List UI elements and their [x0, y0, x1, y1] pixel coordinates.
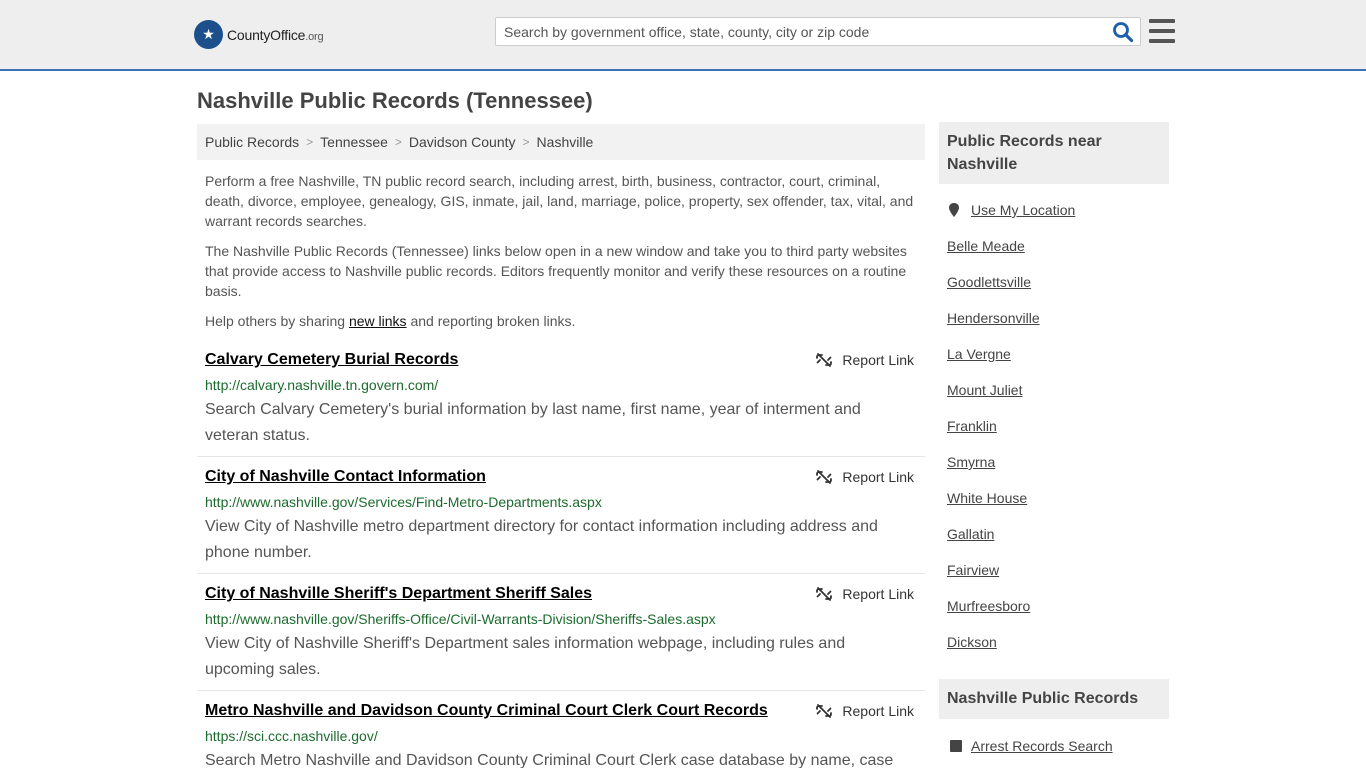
logo-tld: .org [305, 30, 324, 43]
broken-link-icon [816, 704, 833, 718]
sidebar-records-title: Nashville Public Records [939, 679, 1169, 719]
record-description: View City of Nashville Sheriff's Departm… [205, 635, 846, 678]
hamburger-menu-icon[interactable] [1149, 19, 1175, 43]
arrest-records-search-link[interactable]: Arrest Records Search [971, 738, 1113, 754]
report-link-button[interactable]: Report Link [816, 352, 914, 368]
record-url: http://www.nashville.gov/Services/Find-M… [205, 494, 602, 510]
record-description: View City of Nashville metro department … [205, 518, 878, 561]
sidebar-city-link[interactable]: Fairview [947, 562, 999, 578]
sidebar-city-link[interactable]: La Vergne [947, 346, 1011, 362]
breadcrumb-tennessee[interactable]: Tennessee [320, 134, 388, 150]
sidebar-city-link[interactable]: Belle Meade [947, 238, 1025, 254]
sidebar-city-link[interactable]: Murfreesboro [947, 598, 1030, 614]
chevron-right-icon: > [306, 135, 314, 149]
use-location-row[interactable]: Use My Location [947, 202, 1075, 218]
search-button[interactable] [1112, 21, 1134, 43]
record-title-link[interactable]: Calvary Cemetery Burial Records [205, 351, 458, 369]
record-url: http://www.nashville.gov/Sheriffs-Office… [205, 611, 716, 627]
record-title-link[interactable]: Metro Nashville and Davidson County Crim… [205, 702, 768, 720]
page-title: Nashville Public Records (Tennessee) [197, 88, 593, 113]
breadcrumb-public-records[interactable]: Public Records [205, 134, 299, 150]
use-my-location-link[interactable]: Use My Location [971, 202, 1075, 218]
logo-name: CountyOffice [227, 26, 306, 43]
logo-text: CountyOffice.org [227, 26, 324, 43]
report-link-button[interactable]: Report Link [816, 586, 914, 602]
chevron-right-icon: > [522, 135, 530, 149]
arrest-records-row[interactable]: Arrest Records Search [950, 738, 1113, 754]
record-item: City of Nashville Contact Information Re… [197, 468, 925, 574]
site-logo[interactable]: ★ CountyOffice.org [194, 20, 324, 49]
sidebar-city-link[interactable]: Goodlettsville [947, 274, 1031, 290]
broken-link-icon [816, 587, 833, 601]
square-bullet-icon [950, 740, 962, 752]
sidebar-near-title: Public Records near Nashville [939, 122, 1169, 184]
sidebar-city-link[interactable]: Mount Juliet [947, 382, 1022, 398]
record-item: Calvary Cemetery Burial Records Report L… [197, 351, 925, 457]
breadcrumb: Public Records > Tennessee > Davidson Co… [197, 124, 925, 160]
record-title-link[interactable]: City of Nashville Sheriff's Department S… [205, 585, 592, 603]
search-box [495, 17, 1141, 46]
record-description: Search Metro Nashville and Davidson Coun… [205, 752, 894, 768]
sidebar-city-link[interactable]: Hendersonville [947, 310, 1040, 326]
intro-paragraph-2: The Nashville Public Records (Tennessee)… [205, 243, 907, 299]
broken-link-icon [816, 470, 833, 484]
record-item: Metro Nashville and Davidson County Crim… [197, 702, 925, 768]
sidebar-city-link[interactable]: Dickson [947, 634, 997, 650]
intro-paragraph-1: Perform a free Nashville, TN public reco… [205, 173, 914, 229]
breadcrumb-davidson-county[interactable]: Davidson County [409, 134, 516, 150]
sidebar-city-link[interactable]: Smyrna [947, 454, 995, 470]
broken-link-icon [816, 353, 833, 367]
breadcrumb-nashville: Nashville [536, 134, 594, 150]
sidebar-city-link[interactable]: Franklin [947, 418, 997, 434]
search-input[interactable] [496, 18, 1106, 45]
report-link-button[interactable]: Report Link [816, 469, 914, 485]
map-pin-icon [949, 203, 959, 217]
chevron-right-icon: > [394, 135, 402, 149]
record-description: Search Calvary Cemetery's burial informa… [205, 401, 861, 444]
record-title-link[interactable]: City of Nashville Contact Information [205, 468, 486, 486]
record-url: http://calvary.nashville.tn.govern.com/ [205, 377, 439, 393]
search-icon [1113, 22, 1134, 43]
sidebar-city-link[interactable]: Gallatin [947, 526, 994, 542]
sidebar-city-link[interactable]: White House [947, 490, 1027, 506]
new-links-link[interactable]: new links [349, 313, 407, 329]
intro-paragraph-3: Help others by sharing new links and rep… [205, 313, 576, 329]
report-link-button[interactable]: Report Link [816, 703, 914, 719]
record-url: https://sci.ccc.nashville.gov/ [205, 728, 378, 744]
eagle-seal-icon: ★ [194, 20, 223, 49]
record-item: City of Nashville Sheriff's Department S… [197, 585, 925, 691]
site-header: ★ CountyOffice.org [0, 0, 1366, 71]
